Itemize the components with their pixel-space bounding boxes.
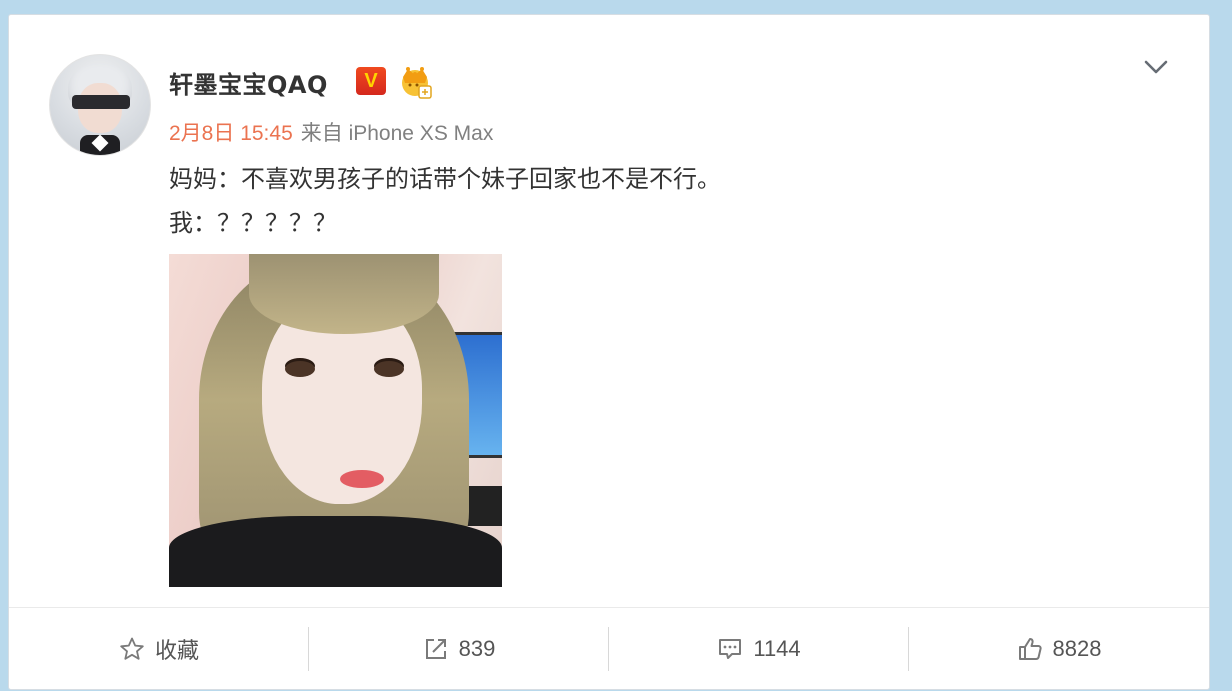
post-photo[interactable] — [169, 254, 502, 587]
share-icon — [425, 639, 446, 659]
user-name[interactable]: 轩墨宝宝QAQ — [169, 65, 328, 100]
star-icon — [120, 637, 144, 660]
weibo-post-card: 轩墨宝宝QAQ V 2月8日 15:45 来自 iPhone XS Max 妈妈：… — [8, 14, 1210, 690]
comment-count: 1144 — [753, 636, 801, 661]
post-text: 妈妈：不喜欢男孩子的话带个妹子回家也不是不行。 我：？？？？？ — [169, 157, 721, 245]
repost-button[interactable]: 839 — [309, 627, 609, 671]
thumbs-up-icon — [1018, 638, 1042, 660]
favorite-label: 收藏 — [154, 638, 199, 663]
post-meta: 2月8日 15:45 来自 iPhone XS Max — [169, 117, 493, 147]
chevron-down-icon[interactable] — [1142, 55, 1170, 79]
post-time[interactable]: 2月8日 15:45 — [169, 122, 293, 145]
post-source: 来自 iPhone XS Max — [300, 122, 494, 145]
comment-button[interactable]: 1144 — [609, 627, 909, 671]
favorite-button[interactable]: 收藏 — [9, 627, 309, 671]
member-crown-icon[interactable] — [397, 65, 433, 99]
divider — [9, 607, 1209, 608]
post-line: 我：？？？？？ — [169, 209, 337, 237]
like-count: 8828 — [1052, 636, 1102, 661]
post-line: 妈妈：不喜欢男孩子的话带个妹子回家也不是不行。 — [169, 165, 721, 193]
comment-icon — [719, 639, 742, 659]
avatar[interactable] — [49, 54, 151, 156]
repost-count: 839 — [458, 636, 496, 661]
like-button[interactable]: 8828 — [909, 627, 1209, 671]
action-bar: 收藏 839 1144 8828 — [9, 627, 1209, 671]
verified-badge[interactable]: V — [356, 67, 386, 95]
